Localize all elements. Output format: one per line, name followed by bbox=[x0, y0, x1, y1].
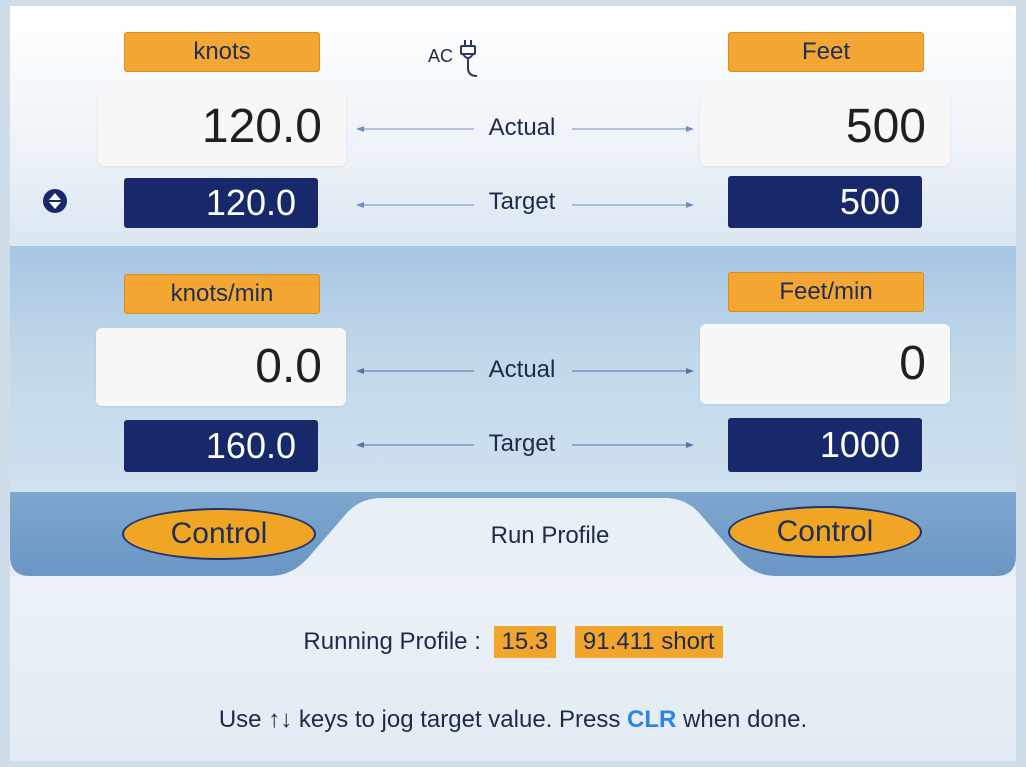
speed-altitude-panel: knots AC Feet 120.0 Actual 500 120.0 Tar… bbox=[10, 6, 1016, 246]
left-control-button[interactable]: Control bbox=[122, 508, 316, 560]
running-profile-value-2: 91.411 short bbox=[574, 626, 723, 658]
instrument-screen: knots AC Feet 120.0 Actual 500 120.0 Tar… bbox=[10, 6, 1016, 761]
altitude-target-value[interactable]: 500 bbox=[728, 176, 922, 228]
altitude-unit-label: Feet bbox=[728, 32, 924, 72]
arrow-right-icon bbox=[572, 442, 694, 448]
right-control-button[interactable]: Control bbox=[728, 506, 922, 558]
arrow-right-icon bbox=[572, 368, 694, 374]
speed-target-value[interactable]: 120.0 bbox=[124, 178, 318, 228]
speed-rate-target-value[interactable]: 160.0 bbox=[124, 420, 318, 472]
arrow-right-icon bbox=[572, 126, 694, 132]
help-text: Use ↑↓ keys to jog target value. Press C… bbox=[10, 706, 1016, 734]
arrow-right-icon bbox=[572, 202, 694, 208]
tab-run-profile[interactable]: Run Profile bbox=[350, 522, 750, 550]
speed-rate-actual-value: 0.0 bbox=[96, 328, 346, 406]
speed-actual-value: 120.0 bbox=[98, 88, 346, 166]
speed-unit-label: knots bbox=[124, 32, 320, 72]
altitude-rate-unit-label: Feet/min bbox=[728, 272, 924, 312]
altitude-actual-value: 500 bbox=[700, 88, 950, 166]
power-indicator: AC bbox=[428, 38, 479, 82]
running-profile-label: Running Profile : bbox=[303, 628, 481, 655]
altitude-rate-actual-value: 0 bbox=[700, 324, 950, 404]
running-profile-value-1: 15.3 bbox=[493, 626, 557, 658]
power-source-label: AC bbox=[428, 46, 454, 66]
running-profile-line: Running Profile : 15.3 91.411 short bbox=[10, 626, 1016, 658]
clr-key-label: CLR bbox=[627, 706, 677, 733]
jog-updown-icon[interactable] bbox=[42, 188, 68, 214]
power-plug-icon bbox=[460, 40, 478, 77]
help-text-part2: when done. bbox=[676, 706, 808, 733]
speed-rate-unit-label: knots/min bbox=[124, 274, 320, 314]
altitude-rate-target-value[interactable]: 1000 bbox=[728, 418, 922, 472]
help-text-part1: Use ↑↓ keys to jog target value. Press bbox=[218, 706, 628, 733]
